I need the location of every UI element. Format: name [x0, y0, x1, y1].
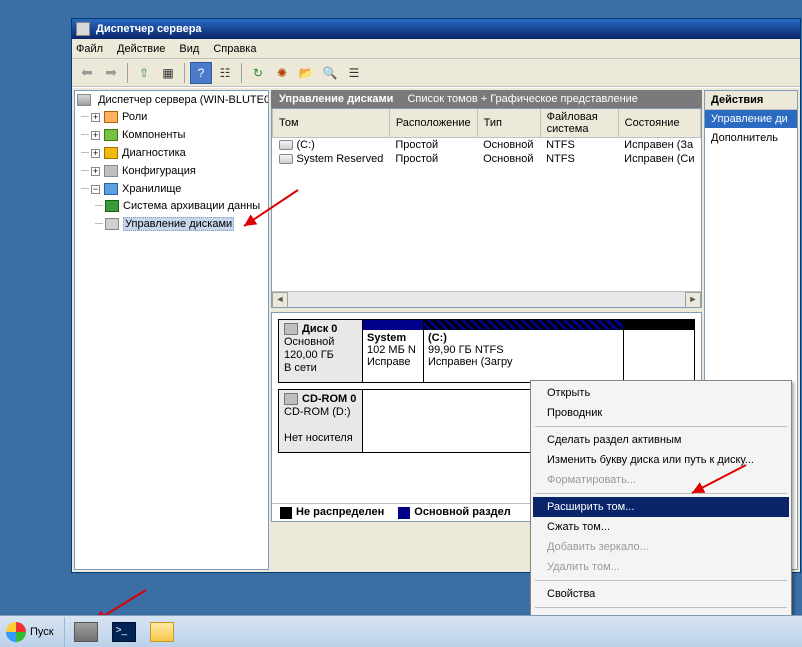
- help-button[interactable]: ?: [190, 62, 212, 84]
- components-icon: [104, 129, 118, 141]
- disk-label: Диск 0 Основной 120,00 ГБ В сети: [279, 320, 363, 382]
- menu-help[interactable]: Справка: [213, 43, 256, 55]
- col-volume[interactable]: Том: [273, 109, 390, 138]
- expand-icon[interactable]: +: [91, 113, 100, 122]
- center-header: Управление дисками Список томов + Графич…: [271, 90, 702, 108]
- action-button-1[interactable]: 📂: [295, 62, 317, 84]
- taskbar-powershell[interactable]: [107, 618, 141, 646]
- forward-button[interactable]: ➡: [100, 62, 122, 84]
- ctx-explorer[interactable]: Проводник: [533, 403, 789, 423]
- expand-icon[interactable]: +: [91, 149, 100, 158]
- tree-components[interactable]: +Компоненты: [91, 126, 268, 144]
- tree-roles[interactable]: +Роли: [91, 108, 268, 126]
- ctx-make-active[interactable]: Сделать раздел активным: [533, 430, 789, 450]
- center-title: Управление дисками: [279, 93, 393, 105]
- expand-icon[interactable]: +: [91, 167, 100, 176]
- refresh-button[interactable]: ↻: [247, 62, 269, 84]
- taskbar-server-manager[interactable]: [69, 618, 103, 646]
- col-layout[interactable]: Расположение: [389, 109, 477, 138]
- actions-section[interactable]: Управление ди: [705, 110, 797, 128]
- ctx-format: Форматировать...: [533, 470, 789, 490]
- col-fs[interactable]: Файловая система: [540, 109, 618, 138]
- ctx-change-letter[interactable]: Изменить букву диска или путь к диску...: [533, 450, 789, 470]
- configuration-icon: [104, 165, 118, 177]
- menu-view[interactable]: Вид: [179, 43, 199, 55]
- backup-icon: [105, 200, 119, 212]
- col-type[interactable]: Тип: [477, 109, 540, 138]
- ctx-open[interactable]: Открыть: [533, 383, 789, 403]
- server-manager-icon: [74, 622, 98, 642]
- window-title: Диспетчер сервера: [96, 23, 202, 35]
- table-row[interactable]: System Reserved Простой Основной NTFS Ис…: [273, 152, 701, 166]
- expand-icon[interactable]: +: [91, 131, 100, 140]
- col-state[interactable]: Состояние: [618, 109, 700, 138]
- legend-swatch-unallocated: [280, 507, 292, 519]
- explorer-icon: [150, 622, 174, 642]
- disk-row-disk0[interactable]: Диск 0 Основной 120,00 ГБ В сети System …: [278, 319, 695, 383]
- start-label: Пуск: [30, 626, 54, 638]
- ctx-shrink-volume[interactable]: Сжать том...: [533, 517, 789, 537]
- scroll-left-button[interactable]: ◄: [272, 292, 288, 308]
- view-list-button[interactable]: ☰: [343, 62, 365, 84]
- title-bar[interactable]: Диспетчер сервера: [72, 19, 800, 39]
- ctx-properties[interactable]: Свойства: [533, 584, 789, 604]
- tree-root[interactable]: Диспетчер сервера (WIN-BLUTE0… +Роли +Ко…: [77, 91, 268, 235]
- drive-icon: [279, 154, 293, 164]
- tree-configuration[interactable]: +Конфигурация: [91, 162, 268, 180]
- windows-logo-icon: [6, 622, 26, 642]
- partition-c[interactable]: (C:) 99,90 ГБ NTFS Исправен (Загру: [423, 320, 623, 382]
- menu-bar: Файл Действие Вид Справка: [72, 39, 800, 59]
- console-tree[interactable]: Диспетчер сервера (WIN-BLUTE0… +Роли +Ко…: [74, 90, 269, 570]
- up-button[interactable]: ⇧: [133, 62, 155, 84]
- storage-icon: [104, 183, 118, 195]
- legend-swatch-primary: [398, 507, 410, 519]
- volume-list[interactable]: Том Расположение Тип Файловая система Со…: [271, 108, 702, 308]
- server-icon: [77, 94, 91, 106]
- back-button[interactable]: ⬅: [76, 62, 98, 84]
- show-hide-console-tree-button[interactable]: ▦: [157, 62, 179, 84]
- partition-unallocated[interactable]: [623, 320, 694, 382]
- horizontal-scrollbar[interactable]: ◄ ►: [272, 291, 701, 307]
- taskbar-explorer[interactable]: [145, 618, 179, 646]
- start-button[interactable]: Пуск: [0, 617, 65, 647]
- drive-icon: [279, 140, 293, 150]
- ctx-extend-volume[interactable]: Расширить том...: [533, 497, 789, 517]
- collapse-icon[interactable]: −: [91, 185, 100, 194]
- toolbar: ⬅ ➡ ⇧ ▦ ? ☷ ↻ ✺ 📂 🔍 ☰: [72, 59, 800, 87]
- action-button-2[interactable]: 🔍: [319, 62, 341, 84]
- menu-file[interactable]: Файл: [76, 43, 103, 55]
- rescan-disks-button[interactable]: ✺: [271, 62, 293, 84]
- taskbar: Пуск: [0, 615, 802, 647]
- context-menu: Открыть Проводник Сделать раздел активны…: [530, 380, 792, 634]
- disk-label: CD-ROM 0 CD-ROM (D:) Нет носителя: [279, 390, 363, 452]
- ctx-delete-volume: Удалить том...: [533, 557, 789, 577]
- center-subtitle: Список томов + Графическое представление: [407, 93, 637, 105]
- actions-more[interactable]: Дополнитель: [705, 128, 797, 148]
- roles-icon: [104, 111, 118, 123]
- table-row[interactable]: (C:) Простой Основной NTFS Исправен (За: [273, 138, 701, 153]
- scroll-right-button[interactable]: ►: [685, 292, 701, 308]
- tree-disk-management[interactable]: Управление дисками: [105, 215, 268, 233]
- disk-management-icon: [105, 218, 119, 230]
- app-icon: [76, 22, 90, 36]
- diagnostics-icon: [104, 147, 118, 159]
- properties-button[interactable]: ☷: [214, 62, 236, 84]
- tree-backup[interactable]: Система архивации данны: [105, 197, 268, 215]
- tree-storage[interactable]: −Хранилище Система архивации данны Управ…: [91, 180, 268, 234]
- tree-diagnostics[interactable]: +Диагностика: [91, 144, 268, 162]
- powershell-icon: [112, 622, 136, 642]
- menu-action[interactable]: Действие: [117, 43, 165, 55]
- actions-header: Действия: [705, 91, 797, 110]
- partition-system-reserved[interactable]: System 102 МБ N Исправе: [363, 320, 423, 382]
- ctx-add-mirror: Добавить зеркало...: [533, 537, 789, 557]
